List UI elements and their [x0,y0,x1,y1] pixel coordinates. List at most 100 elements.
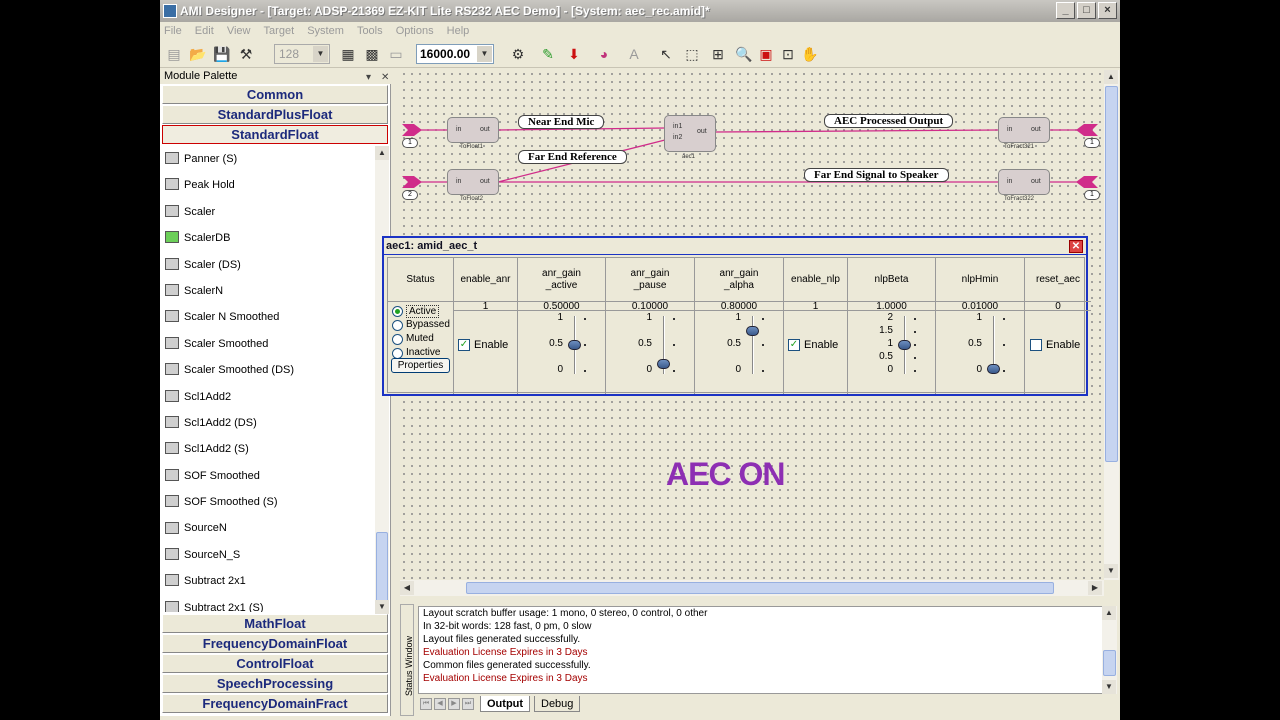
zoom-icon[interactable]: 🔍 [734,44,754,64]
category-frequencydomainfloat[interactable]: FrequencyDomainFloat [162,634,388,653]
palette-item[interactable]: SourceN [162,515,376,541]
menu-target[interactable]: Target [264,25,295,37]
palette-item[interactable]: SOF Smoothed (S) [162,489,376,515]
category-standardfloat[interactable]: StandardFloat [162,125,388,144]
status-active-label[interactable]: Active [406,305,440,318]
category-speechprocessing[interactable]: SpeechProcessing [162,674,388,693]
scroll-down-icon[interactable]: ▼ [1104,564,1118,578]
slider-thumb[interactable] [657,359,670,370]
zoom-area-icon[interactable]: ⊡ [778,44,798,64]
gear-icon[interactable]: ⚙ [508,44,528,64]
last-tab-icon[interactable]: ⏭ [462,698,474,710]
palette-item[interactable]: Scaler Smoothed [162,331,376,357]
zoom-fit-icon[interactable]: ▣ [756,44,776,64]
menu-view[interactable]: View [227,25,251,37]
canvas-vertical-scrollbar[interactable]: ▲ ▼ [1104,70,1119,580]
pan-hand-icon[interactable]: ✋ [800,44,820,64]
menu-tools[interactable]: Tools [357,25,383,37]
category-standardplusfloat[interactable]: StandardPlusFloat [162,105,388,124]
palette-item[interactable]: Subtract 2x1 (S) [162,595,376,612]
zoom-select[interactable]: 128 ▼ [274,44,330,64]
layout-icon[interactable]: ▩ [362,44,382,64]
scroll-up-icon[interactable]: ▲ [375,146,389,160]
connect-icon[interactable]: ⊞ [708,44,728,64]
palette-scroll-thumb[interactable] [376,532,388,602]
panel-close-icon[interactable]: ✕ [1069,240,1083,253]
status-log-scrollbar[interactable]: ▲ ▼ [1102,606,1117,694]
enable-checkbox[interactable]: ✓ [788,339,800,351]
slider-thumb[interactable] [568,340,581,350]
status-active-radio[interactable] [392,306,403,317]
slider-thumb[interactable] [898,340,911,350]
checkbox-label[interactable]: Enable [1046,339,1080,351]
first-tab-icon[interactable]: ⏮ [420,698,432,710]
status-muted-radio[interactable] [392,334,403,345]
scroll-up-icon[interactable]: ▲ [1104,70,1118,84]
module-aec1[interactable]: in1 in2 out [664,115,716,152]
scroll-right-icon[interactable]: ▶ [1088,581,1102,595]
status-bypassed-label[interactable]: Bypassed [406,319,450,330]
status-bypassed-radio[interactable] [392,320,403,331]
palette-item[interactable]: Subtract 2x1 [162,568,376,594]
canvas-hscroll-thumb[interactable] [466,582,1054,594]
palette-item[interactable]: SourceN_S [162,542,376,568]
menu-options[interactable]: Options [396,25,434,37]
module-tofloat1[interactable]: in out [447,117,499,143]
palette-item[interactable]: Scl1Add2 (S) [162,436,376,462]
text-tool-icon[interactable]: A [624,44,644,64]
menu-edit[interactable]: Edit [195,25,214,37]
canvas-scroll-thumb[interactable] [1105,86,1118,462]
category-mathfloat[interactable]: MathFloat [162,614,388,633]
status-muted-label[interactable]: Muted [406,333,434,344]
label-far-end-signal-to-speaker[interactable]: Far End Signal to Speaker [804,168,949,182]
pin-icon[interactable]: ▾ [366,70,371,86]
scroll-left-icon[interactable]: ◀ [400,581,414,595]
prev-tab-icon[interactable]: ◀ [434,698,446,710]
save-icon[interactable]: 💾 [212,44,232,64]
palette-item[interactable]: Scaler (DS) [162,252,376,278]
pointer-icon[interactable]: ↖ [656,44,676,64]
new-file-icon[interactable]: ▤ [164,44,184,64]
module-tofract321[interactable]: in out [998,117,1050,143]
palette-item[interactable]: Scl1Add2 (DS) [162,410,376,436]
canvas-horizontal-scrollbar[interactable]: ◀ ▶ [400,580,1104,596]
palette-item[interactable]: Scaler Smoothed (DS) [162,357,376,383]
label-aec-processed-output[interactable]: AEC Processed Output [824,114,954,128]
tab-output[interactable]: Output [480,696,531,712]
scroll-down-icon[interactable]: ▼ [375,600,389,614]
status-scroll-thumb[interactable] [1103,650,1116,676]
palette-item[interactable]: Scaler N Smoothed [162,304,376,330]
properties-button[interactable]: Properties [391,358,450,373]
slider-thumb[interactable] [987,363,1000,374]
checkbox-label[interactable]: Enable [474,339,508,351]
menu-file[interactable]: File [164,25,182,37]
module-tofract322[interactable]: in out [998,169,1050,195]
palette-item[interactable]: Scaler [162,199,376,225]
scroll-up-icon[interactable]: ▲ [1102,606,1116,620]
palette-close-icon[interactable]: ✕ [381,70,389,86]
memory-icon[interactable]: ▦ [338,44,358,64]
build-tools-icon[interactable]: ⚒ [236,44,256,64]
label-far-end-reference[interactable]: Far End Reference [518,150,627,164]
slider-thumb[interactable] [746,325,759,336]
palette-item[interactable]: ScalerDB [162,225,376,251]
enable-checkbox[interactable] [1030,339,1042,351]
category-common[interactable]: Common [162,85,388,104]
next-tab-icon[interactable]: ▶ [448,698,460,710]
menu-help[interactable]: Help [447,25,470,37]
palette-item[interactable]: SOF Smoothed [162,463,376,489]
menu-system[interactable]: System [307,25,344,37]
chip-icon[interactable]: ▭ [386,44,406,64]
pencil-icon[interactable]: ✎ [538,44,558,64]
color-wheel-icon[interactable]: ◕ [594,44,614,64]
category-frequencydomainfract[interactable]: FrequencyDomainFract [162,694,388,713]
palette-item[interactable]: ScalerN [162,278,376,304]
checkbox-label[interactable]: Enable [804,339,838,351]
tab-debug[interactable]: Debug [534,696,581,712]
module-tofloat2[interactable]: in out [447,169,499,195]
slider-track[interactable] [752,316,754,374]
select-box-icon[interactable]: ⬚ [682,44,702,64]
minimize-button[interactable]: _ [1056,2,1075,19]
scroll-down-icon[interactable]: ▼ [1102,680,1116,694]
sample-rate-select[interactable]: 16000.00 ▼ [416,44,494,64]
